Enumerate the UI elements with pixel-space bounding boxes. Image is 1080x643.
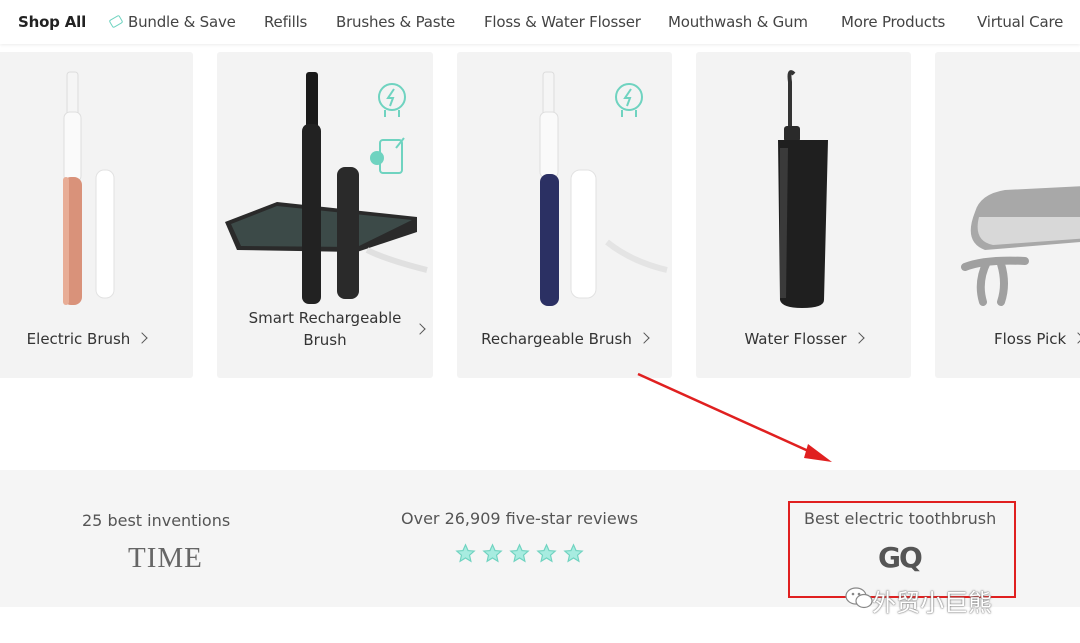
star-icon — [509, 543, 530, 563]
star-icon — [536, 543, 557, 563]
rating-stars — [455, 543, 584, 564]
wechat-icon — [845, 587, 873, 609]
reviews-caption: Over 26,909 five-star reviews — [401, 509, 639, 528]
star-icon — [482, 543, 503, 563]
watermark-text: 外贸小巨熊 — [872, 589, 992, 617]
star-icon — [563, 543, 584, 563]
time-caption: 25 best inventions — [82, 511, 231, 530]
time-logo: TIME — [128, 542, 203, 574]
star-icon — [455, 543, 476, 563]
